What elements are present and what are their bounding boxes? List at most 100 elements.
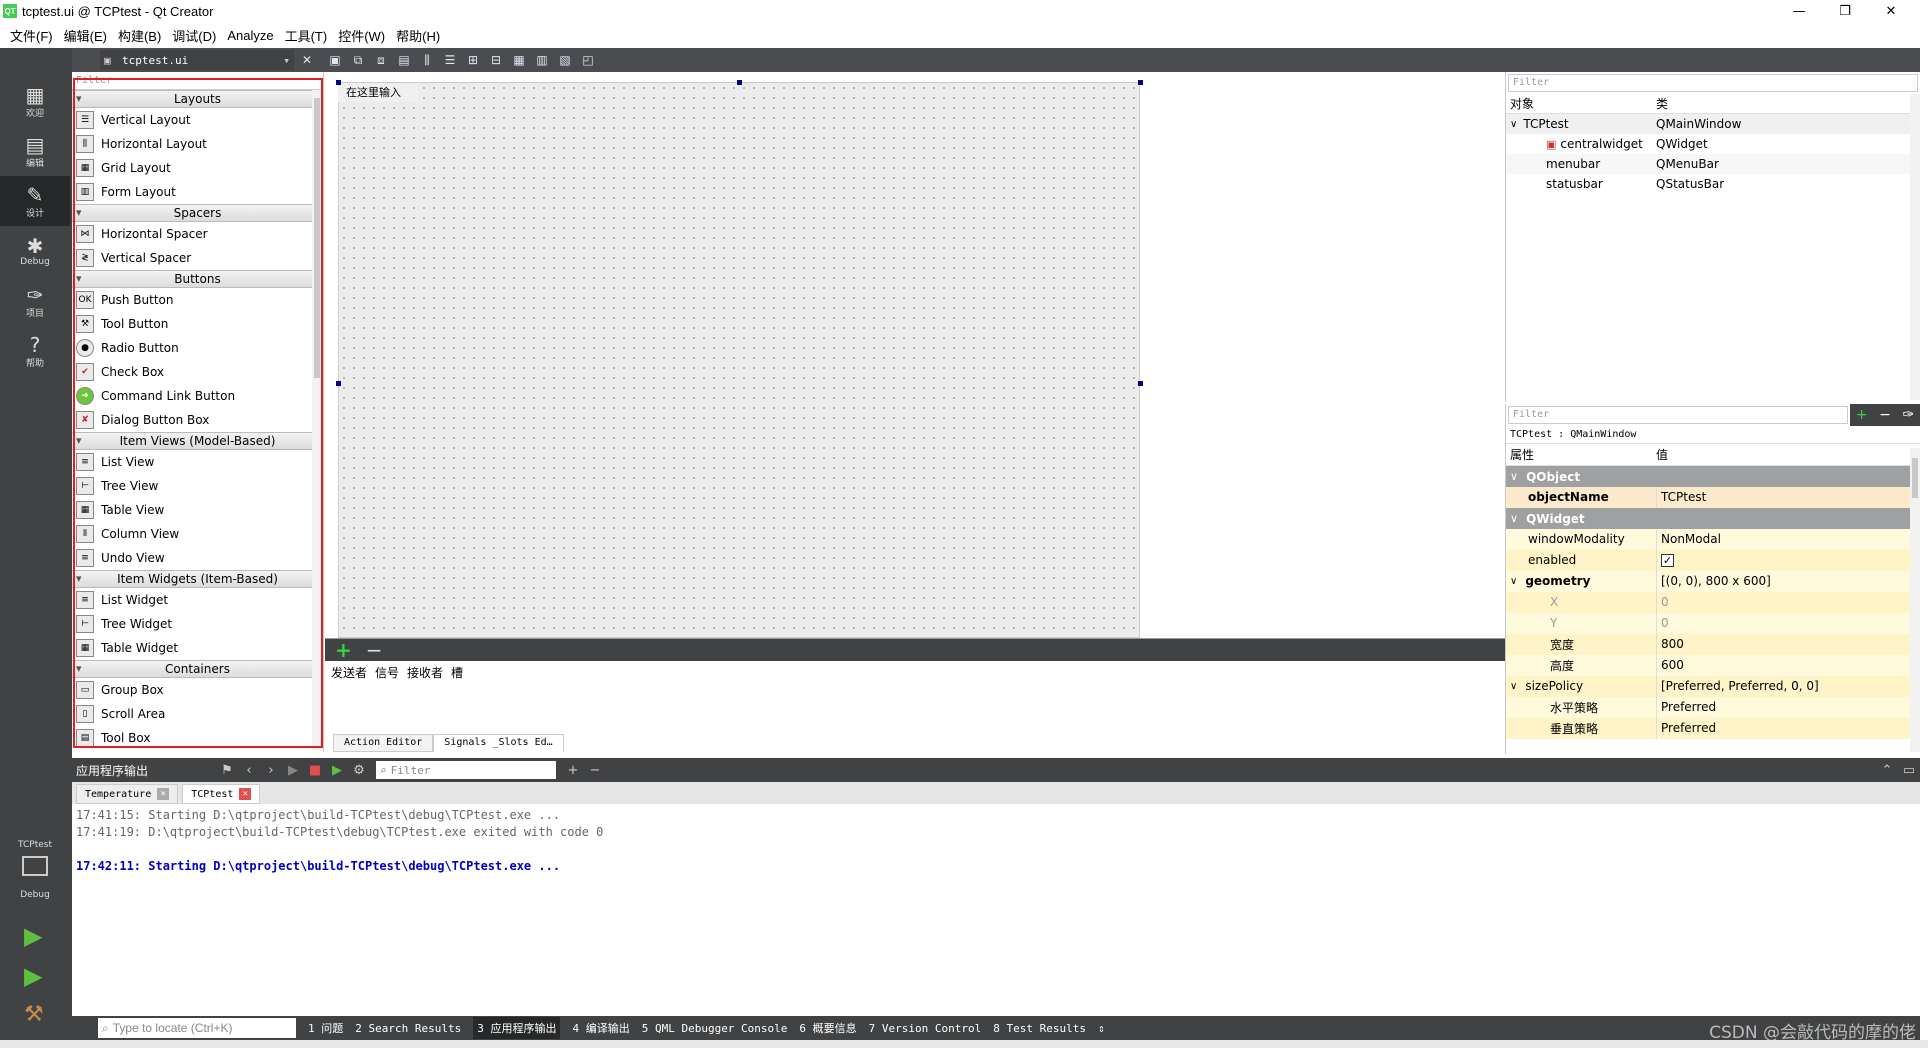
previous-item-icon[interactable]: ‹ bbox=[238, 763, 260, 778]
status-tab-qml-console[interactable]: 5 QML Debugger Console bbox=[642, 1022, 788, 1035]
minimize-button[interactable]: — bbox=[1776, 0, 1822, 22]
column-slot[interactable]: 槽 bbox=[451, 664, 463, 681]
form-menu-placeholder[interactable]: 在这里输入 bbox=[338, 84, 418, 102]
rerun-icon[interactable]: ▶ bbox=[282, 763, 304, 778]
column-receiver[interactable]: 接收者 bbox=[407, 664, 443, 681]
widget-item[interactable]: ≡ List View bbox=[72, 450, 323, 474]
tree-row[interactable]: ∨ TCPtest QMainWindow bbox=[1506, 114, 1920, 134]
widget-item[interactable]: ⫴ Column View bbox=[72, 522, 323, 546]
prop-enabled[interactable]: enabled ✓ bbox=[1506, 549, 1920, 571]
property-filter-input[interactable]: Filter bbox=[1508, 406, 1848, 424]
mode-design[interactable]: ✎ 设计 bbox=[0, 176, 70, 226]
mode-edit[interactable]: ▤ 编辑 bbox=[0, 126, 70, 176]
widget-item[interactable]: ▭ Group Box bbox=[72, 678, 323, 702]
menu-edit[interactable]: 编辑(E) bbox=[64, 26, 107, 45]
status-tab-issues[interactable]: 1 问题 bbox=[308, 1020, 343, 1036]
add-property-icon[interactable]: + bbox=[1856, 407, 1868, 423]
mode-help[interactable]: ? 帮助 bbox=[0, 326, 70, 376]
prop-sizepolicy[interactable]: ∨ sizePolicy [Preferred, Preferred, 0, 0] bbox=[1506, 675, 1920, 697]
object-filter-input[interactable]: Filter bbox=[1508, 74, 1918, 92]
widgetbox-scrollbar[interactable] bbox=[312, 90, 322, 750]
property-column-header[interactable]: 属性 bbox=[1506, 446, 1656, 463]
edit-tab-order-icon[interactable]: ▤ bbox=[394, 51, 414, 69]
category-item-widgets[interactable]: Item Widgets (Item-Based) bbox=[72, 570, 323, 588]
widget-item[interactable]: ➜ Command Link Button bbox=[72, 384, 323, 408]
widget-item[interactable]: ▥ Form Layout bbox=[72, 180, 323, 204]
menu-file[interactable]: 文件(F) bbox=[10, 26, 53, 45]
widget-item[interactable]: ▦ Table View bbox=[72, 498, 323, 522]
kit-selector-monitor-icon[interactable] bbox=[22, 856, 48, 876]
application-output[interactable]: 17:41:15: Starting D:\qtproject\build-TC… bbox=[72, 804, 1920, 1016]
mode-debug[interactable]: ✱ Debug bbox=[0, 226, 70, 276]
widget-item[interactable]: OK Push Button bbox=[72, 288, 323, 312]
mode-welcome[interactable]: ▦ 欢迎 bbox=[0, 76, 70, 126]
value-column-header[interactable]: 值 bbox=[1656, 446, 1668, 463]
layout-grid-icon[interactable]: ▦ bbox=[509, 51, 529, 69]
resize-handle[interactable] bbox=[737, 80, 742, 85]
stop-icon[interactable]: ■ bbox=[304, 763, 326, 778]
edit-signals-slots-icon[interactable]: ⧉ bbox=[348, 51, 368, 69]
column-sender[interactable]: 发送者 bbox=[331, 664, 367, 681]
status-tab-general-messages[interactable]: 6 概要信息 bbox=[799, 1020, 856, 1036]
category-containers[interactable]: Containers bbox=[72, 660, 323, 678]
break-layout-icon[interactable]: ▧ bbox=[555, 51, 575, 69]
close-document-icon[interactable]: ✕ bbox=[297, 51, 317, 69]
adjust-size-icon[interactable]: ◰ bbox=[578, 51, 598, 69]
close-pane-icon[interactable]: ▭ bbox=[1898, 763, 1920, 778]
tab-signals-slots-editor[interactable]: Signals _Slots Ed… bbox=[433, 734, 564, 752]
layout-vertical-icon[interactable]: ☰ bbox=[440, 51, 460, 69]
category-item-views[interactable]: Item Views (Model-Based) bbox=[72, 432, 323, 450]
zoom-in-icon[interactable]: + bbox=[562, 763, 584, 778]
widget-item[interactable]: ≡ List Widget bbox=[72, 588, 323, 612]
layout-v-splitter-icon[interactable]: ⊟ bbox=[486, 51, 506, 69]
widget-item[interactable]: ▤ Tool Box bbox=[72, 726, 323, 750]
widget-item[interactable]: ✔ Check Box bbox=[72, 360, 323, 384]
widget-item[interactable]: ⚒ Tool Button bbox=[72, 312, 323, 336]
widget-filter-input[interactable]: Filter bbox=[72, 72, 323, 90]
close-tab-icon[interactable]: ✕ bbox=[157, 788, 170, 800]
resize-handle[interactable] bbox=[1138, 381, 1143, 386]
layout-form-icon[interactable]: ▥ bbox=[532, 51, 552, 69]
run-button[interactable]: ▶ bbox=[24, 922, 42, 950]
form-canvas[interactable] bbox=[338, 82, 1140, 638]
edit-widgets-icon[interactable]: ▣ bbox=[325, 51, 345, 69]
menu-help[interactable]: 帮助(H) bbox=[396, 26, 440, 45]
locator-input[interactable]: ⌕ Type to locate (Ctrl+K) bbox=[98, 1018, 296, 1038]
resize-handle[interactable] bbox=[336, 381, 341, 386]
close-button[interactable]: ✕ bbox=[1868, 0, 1914, 22]
status-tab-search-results[interactable]: 2 Search Results bbox=[355, 1022, 461, 1035]
tree-row[interactable]: menubar QMenuBar bbox=[1506, 154, 1920, 174]
widget-item[interactable]: ● Radio Button bbox=[72, 336, 323, 360]
prop-hpolicy[interactable]: 水平策略 Preferred bbox=[1506, 696, 1920, 718]
remove-connection-icon[interactable]: − bbox=[366, 638, 383, 662]
add-connection-icon[interactable]: + bbox=[335, 638, 352, 662]
prop-windowmodality[interactable]: windowModality NonModal bbox=[1506, 528, 1920, 550]
object-tree-scrollbar[interactable] bbox=[1910, 94, 1920, 400]
tab-action-editor[interactable]: Action Editor bbox=[333, 734, 434, 752]
widget-item[interactable]: ✘ Dialog Button Box bbox=[72, 408, 323, 432]
widget-item[interactable]: ▦ Table Widget bbox=[72, 636, 323, 660]
layout-h-splitter-icon[interactable]: ⊞ bbox=[463, 51, 483, 69]
maximize-button[interactable]: ❐ bbox=[1822, 0, 1868, 22]
tree-row[interactable]: ▣ centralwidget QWidget bbox=[1506, 134, 1920, 154]
zoom-out-icon[interactable]: − bbox=[584, 763, 606, 778]
debug-run-button[interactable]: ▶ bbox=[24, 962, 42, 990]
maximize-pane-icon[interactable]: ⌃ bbox=[1876, 763, 1898, 778]
menu-build[interactable]: 构建(B) bbox=[118, 26, 161, 45]
widget-item[interactable]: ☰ Vertical Layout bbox=[72, 108, 323, 132]
prop-height[interactable]: 高度 600 bbox=[1506, 654, 1920, 676]
widget-item[interactable]: ▦ Grid Layout bbox=[72, 156, 323, 180]
widget-item[interactable]: ≷ Vertical Spacer bbox=[72, 246, 323, 270]
prop-geometry[interactable]: ∨ geometry [(0, 0), 800 x 600] bbox=[1506, 570, 1920, 592]
prop-objectname[interactable]: objectName TCPtest bbox=[1506, 486, 1920, 508]
widget-item[interactable]: ▯ Scroll Area bbox=[72, 702, 323, 726]
widget-item[interactable]: ⋈ Horizontal Spacer bbox=[72, 222, 323, 246]
category-buttons[interactable]: Buttons bbox=[72, 270, 323, 288]
menu-widgets[interactable]: 控件(W) bbox=[338, 26, 385, 45]
status-tab-test-results[interactable]: 8 Test Results bbox=[993, 1022, 1086, 1035]
scrollbar-thumb[interactable] bbox=[314, 98, 320, 378]
remove-property-icon[interactable]: − bbox=[1879, 407, 1891, 423]
group-qwidget[interactable]: QWidget bbox=[1506, 508, 1920, 529]
configure-wrench-icon[interactable]: ✑ bbox=[1902, 407, 1914, 423]
prop-width[interactable]: 宽度 800 bbox=[1506, 633, 1920, 655]
